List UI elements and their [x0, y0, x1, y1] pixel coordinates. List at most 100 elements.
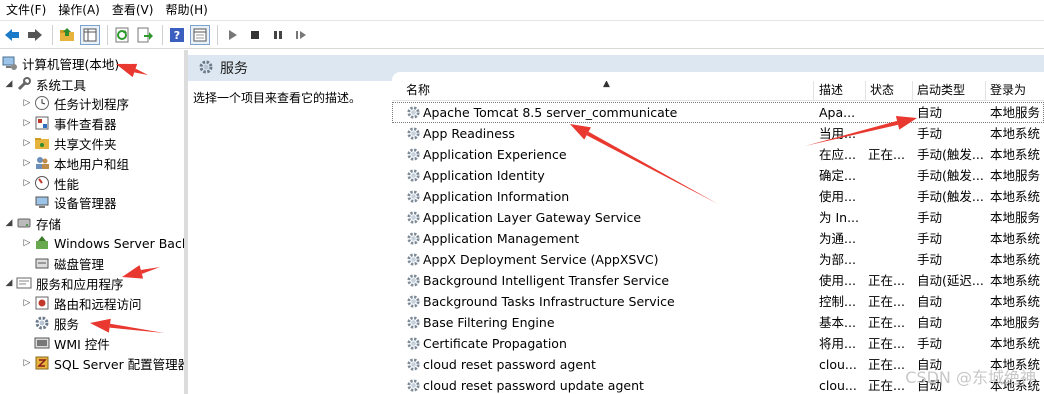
service-row[interactable]: App Readiness 当用... 手动 本地系统	[392, 123, 1044, 144]
properties-icon[interactable]	[190, 24, 210, 45]
menu-help[interactable]: 帮助(H)	[159, 0, 213, 21]
expand-arrow-icon[interactable]: ▷	[22, 358, 32, 368]
service-name: Application Identity	[423, 168, 545, 183]
column-header-status[interactable]: 状态	[866, 81, 913, 100]
expand-arrow-icon[interactable]: ▷	[22, 158, 32, 168]
service-log-on-as: 本地服务	[990, 315, 1041, 330]
expand-arrow-icon[interactable]: ▷	[22, 238, 32, 248]
service-row[interactable]: Application Management 为通... 手动 本地系统	[392, 228, 1044, 249]
up-folder-icon[interactable]	[57, 25, 77, 45]
page-title: 服务	[220, 61, 248, 77]
service-startup-type: 手动	[917, 231, 943, 246]
computer-management-icon	[2, 55, 18, 71]
tree-label: 存储	[36, 216, 62, 232]
service-startup-type: 自动	[917, 315, 943, 330]
service-gear-icon	[406, 189, 421, 204]
resume-icon[interactable]	[291, 25, 311, 45]
tree-label: SQL Server 配置管理器	[54, 356, 184, 372]
clock-icon	[34, 95, 50, 111]
menu-file[interactable]: 文件(F)	[0, 0, 52, 21]
service-startup-type: 手动	[917, 336, 943, 351]
service-row[interactable]: AppX Deployment Service (AppXSVC) 为部... 手动…	[392, 249, 1044, 270]
service-row[interactable]: Certificate Propagation 将用... 正在... 手动 本地系统	[392, 333, 1044, 354]
expand-arrow-icon[interactable]: ▷	[22, 178, 32, 188]
tree-item-windows-server-backup[interactable]: ▷ Windows Server Back	[22, 233, 184, 253]
event-viewer-icon	[34, 115, 50, 131]
collapse-arrow-icon[interactable]: ◢	[4, 278, 14, 288]
service-row[interactable]: Apache Tomcat 8.5 server_communicate Apa.…	[392, 102, 1044, 123]
service-name: Application Experience	[423, 147, 567, 162]
expand-arrow-icon[interactable]: ▷	[22, 298, 32, 308]
service-description: clou...	[819, 357, 857, 372]
tree-item-device-manager[interactable]: 设备管理器	[34, 192, 117, 212]
export-list-icon[interactable]	[135, 25, 155, 45]
tree-label: 计算机管理(本地)	[22, 56, 120, 72]
stop-icon[interactable]	[245, 25, 265, 45]
tree-item-event-viewer[interactable]: ▷ 事件查看器	[22, 113, 117, 133]
service-gear-icon	[406, 126, 421, 141]
column-header-startup-type[interactable]: 启动类型	[913, 81, 986, 100]
tree-item-local-users[interactable]: ▷ 本地用户和组	[22, 153, 129, 173]
service-row[interactable]: Application Experience 在应... 正在... 手动(触发...…	[392, 144, 1044, 165]
tree-item-sql-server[interactable]: ▷ SQL Server 配置管理器	[22, 353, 184, 373]
service-status: 正在...	[868, 294, 905, 309]
collapse-arrow-icon[interactable]: ◢	[4, 79, 14, 89]
tree-item-shared-folders[interactable]: ▷ 共享文件夹	[22, 133, 117, 153]
service-gear-icon	[406, 210, 421, 225]
expand-arrow-icon[interactable]: ▷	[22, 98, 32, 108]
service-status	[868, 102, 912, 123]
service-name: Base Filtering Engine	[423, 315, 555, 330]
expand-arrow-icon[interactable]: ▷	[22, 118, 32, 128]
expand-arrow-icon[interactable]: ▷	[22, 138, 32, 148]
tree-item-wmi[interactable]: WMI 控件	[34, 333, 110, 353]
service-row[interactable]: Application Identity 确定... 手动(触发... 本地服务	[392, 165, 1044, 186]
service-description: 为部...	[819, 252, 856, 267]
services-header-gear-icon	[198, 59, 214, 78]
tree-item-disk-management[interactable]: 磁盘管理	[34, 253, 104, 273]
show-hide-tree-icon[interactable]	[80, 24, 100, 45]
service-row[interactable]: Background Intelligent Transfer Service 使…	[392, 270, 1044, 291]
service-log-on-as: 本地服务	[990, 168, 1041, 183]
service-startup-type: 自动	[917, 294, 943, 309]
service-row[interactable]: Base Filtering Engine 基本... 正在... 自动 本地服务	[392, 312, 1044, 333]
services-apps-icon	[16, 275, 32, 291]
services-gear-icon	[34, 315, 50, 331]
service-row[interactable]: Application Layer Gateway Service 为 In...…	[392, 207, 1044, 228]
tree-item-storage[interactable]: ◢ 存储	[4, 213, 61, 233]
service-startup-type: 手动(触发...	[917, 168, 984, 183]
column-header-log-on-as[interactable]: 登录为	[986, 81, 1044, 100]
collapse-arrow-icon[interactable]: ◢	[4, 218, 14, 228]
description-hint: 选择一个项目来查看它的描述。	[193, 91, 362, 105]
tree-item-performance[interactable]: ▷ 性能	[22, 173, 79, 193]
pause-icon[interactable]	[268, 25, 288, 45]
service-description: Apa...	[819, 105, 856, 120]
tree-item-computer-management[interactable]: 计算机管理(本地)	[2, 53, 119, 73]
service-description: 将用...	[819, 336, 856, 351]
column-header-name[interactable]: 名称 ▲	[402, 81, 814, 100]
service-gear-icon	[406, 294, 421, 309]
play-icon[interactable]	[222, 25, 242, 45]
tree-label: Windows Server Back	[54, 235, 184, 251]
refresh-icon[interactable]	[112, 25, 132, 45]
tree-label: 共享文件夹	[54, 136, 117, 152]
tree-item-services[interactable]: 服务	[34, 313, 80, 333]
service-row[interactable]: Background Tasks Infrastructure Service 控…	[392, 291, 1044, 312]
back-icon[interactable]	[2, 25, 22, 45]
menu-view[interactable]: 查看(V)	[106, 0, 160, 21]
forward-icon[interactable]	[25, 25, 45, 45]
service-log-on-as: 本地系统	[990, 231, 1041, 246]
service-log-on-as: 本地系统	[990, 189, 1041, 204]
tree-item-system-tools[interactable]: ◢ 系统工具	[4, 74, 86, 94]
menu-action[interactable]: 操作(A)	[52, 0, 106, 21]
tree-label: 服务	[54, 313, 80, 333]
service-row[interactable]: Application Information 使用... 手动(触发... 本地系统	[392, 186, 1044, 207]
tree-item-task-scheduler[interactable]: ▷ 任务计划程序	[22, 93, 129, 113]
service-log-on-as: 本地系统	[990, 252, 1041, 267]
navigation-tree: 计算机管理(本地) ◢ 系统工具 ▷ 任务计划程序 ▷ 事件查看器 ▷ 共享文件…	[0, 50, 184, 394]
service-status	[868, 123, 912, 144]
column-header-description[interactable]: 描述	[815, 81, 866, 100]
tree-item-routing[interactable]: ▷ 路由和远程访问	[22, 293, 142, 313]
help-icon[interactable]: ?	[167, 25, 187, 45]
service-description: 确定...	[819, 168, 856, 183]
tree-item-services-apps[interactable]: ◢ 服务和应用程序	[4, 273, 124, 293]
